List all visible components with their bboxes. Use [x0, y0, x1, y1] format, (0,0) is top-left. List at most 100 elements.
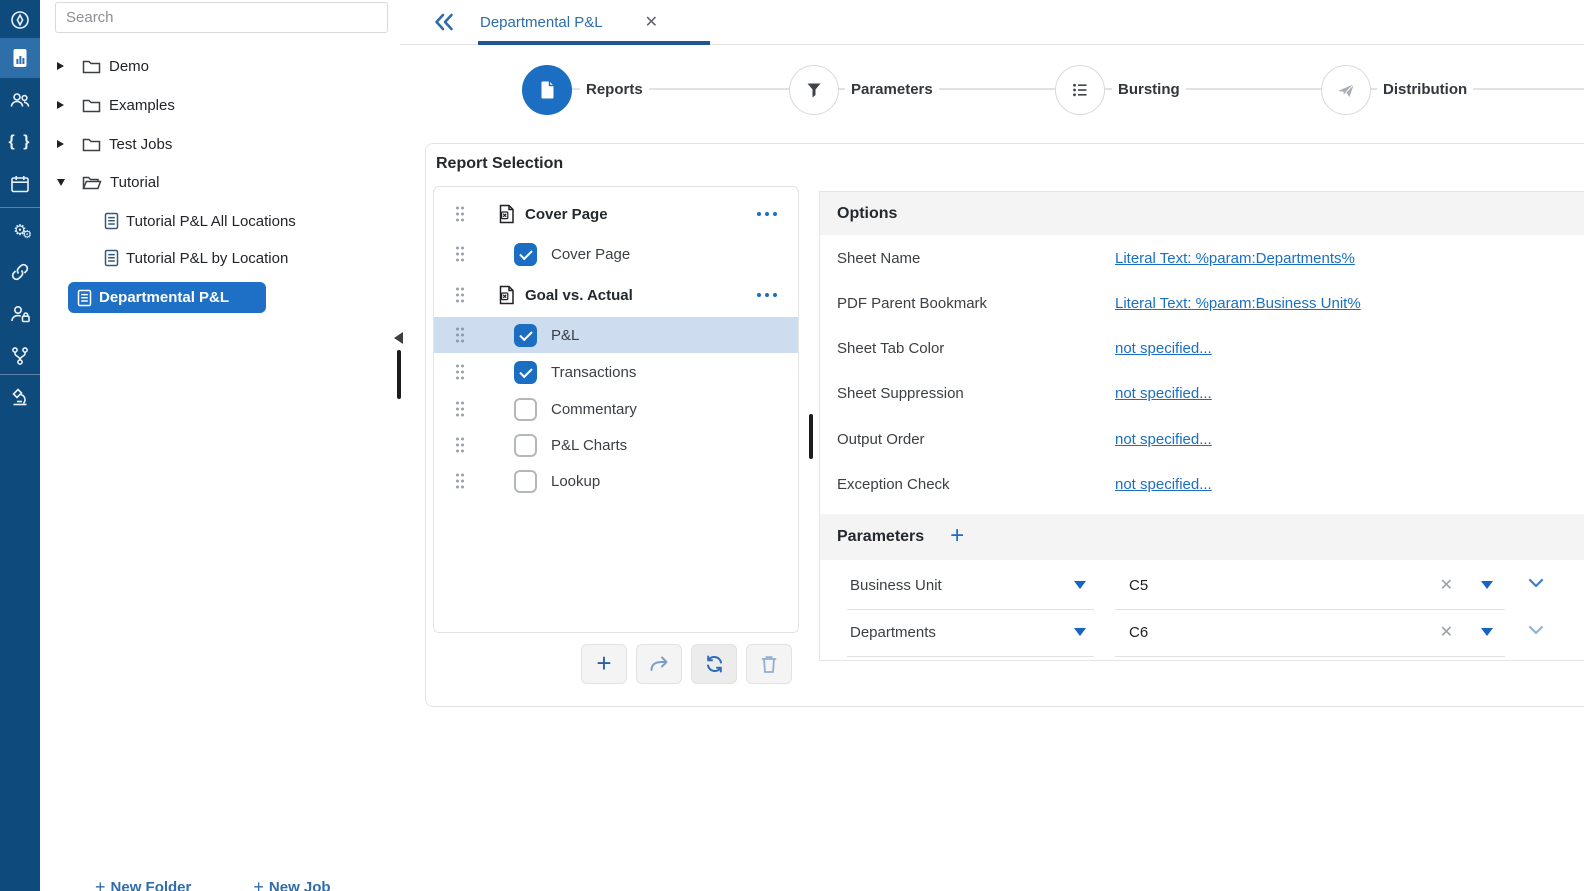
more-options-icon[interactable] [756, 211, 778, 217]
sheet-row-lookup[interactable]: Lookup [434, 463, 798, 499]
redo-arrow-icon [647, 653, 671, 675]
user-lock-icon[interactable] [0, 294, 40, 334]
option-value-link[interactable]: not specified... [1115, 340, 1212, 357]
parameter-value-select[interactable]: C5 ✕ [1115, 563, 1505, 610]
report-doc-icon [77, 289, 92, 307]
parameter-value-select[interactable]: C6 ✕ [1115, 610, 1505, 657]
sheet-label: P&L Charts [551, 437, 627, 454]
drag-handle-icon[interactable] [454, 325, 466, 345]
new-job-link[interactable]: +New Job [253, 877, 330, 891]
drag-handle-icon[interactable] [454, 399, 466, 419]
tree-item-tutorial-pl-all-locations[interactable]: Tutorial P&L All Locations [40, 206, 296, 236]
settings-gears-icon[interactable]: ⚙⚙ [0, 210, 40, 250]
checkbox-unchecked[interactable] [514, 470, 537, 493]
panel-collapse-arrow-icon[interactable] [394, 332, 403, 344]
drag-handle-icon[interactable] [454, 204, 466, 224]
active-tab-underline [478, 41, 710, 45]
checkbox-checked[interactable] [514, 324, 537, 347]
more-options-icon[interactable] [756, 292, 778, 298]
tree-item-test-jobs[interactable]: Test Jobs [40, 129, 172, 159]
rail-divider [0, 374, 40, 375]
chevron-right-icon[interactable] [57, 62, 69, 70]
sheet-row-pl-charts[interactable]: P&L Charts [434, 427, 798, 463]
drag-handle-icon[interactable] [454, 471, 466, 491]
expand-chevron-icon[interactable] [1527, 577, 1545, 589]
expand-chevron-icon[interactable] [1527, 624, 1545, 636]
tree-item-tutorial-pl-by-location[interactable]: Tutorial P&L by Location [40, 243, 288, 273]
redo-button[interactable] [636, 644, 682, 684]
tree-item-tutorial[interactable]: Tutorial [40, 167, 159, 197]
open-folder-icon [82, 175, 102, 190]
report-selection-title: Report Selection [436, 155, 563, 173]
refresh-button[interactable] [691, 644, 737, 684]
drag-handle-icon[interactable] [454, 285, 466, 305]
sheet-row-commentary[interactable]: Commentary [434, 391, 798, 427]
chevron-down-icon[interactable] [57, 179, 69, 186]
close-icon[interactable]: ✕ [645, 12, 658, 32]
sheet-row-transactions[interactable]: Transactions [434, 354, 798, 390]
option-label: Output Order [837, 431, 925, 448]
report-config-card: Report Selection Cover Page Cover Page G… [425, 143, 1584, 707]
add-button[interactable]: + [581, 644, 627, 684]
option-value-link[interactable]: not specified... [1115, 476, 1212, 493]
tree-item-demo[interactable]: Demo [40, 51, 149, 81]
step-distribution[interactable] [1321, 65, 1371, 115]
drag-handle-icon[interactable] [454, 435, 466, 455]
option-value-link[interactable]: not specified... [1115, 385, 1212, 402]
report-doc-icon [104, 249, 119, 267]
parameter-name-select[interactable]: Business Unit [847, 563, 1094, 610]
workbook-row-cover-page[interactable]: Cover Page [434, 196, 798, 232]
nav-footer: +New Folder +New Job [95, 877, 415, 891]
branch-icon[interactable] [0, 336, 40, 376]
step-parameters[interactable] [789, 65, 839, 115]
sheet-row-cover-page[interactable]: Cover Page [434, 236, 798, 272]
text-cursor-artifact [397, 350, 401, 399]
report-icon[interactable] [0, 38, 40, 78]
drag-handle-icon[interactable] [454, 362, 466, 382]
excel-workbook-icon [498, 285, 515, 305]
option-row-exception-check: Exception Check not specified... [820, 463, 1584, 508]
parameter-name-select[interactable]: Departments [847, 610, 1094, 657]
search-input[interactable] [56, 3, 407, 32]
parameter-name: Departments [850, 624, 936, 641]
report-selection-list: Cover Page Cover Page Goal vs. Actual P&… [433, 186, 799, 633]
team-icon[interactable] [0, 80, 40, 120]
new-folder-link[interactable]: +New Folder [95, 877, 191, 891]
plus-icon: + [253, 877, 264, 891]
code-braces-icon[interactable]: { } [0, 122, 40, 162]
option-label: Sheet Tab Color [837, 340, 944, 357]
microscope-icon[interactable] [0, 377, 40, 417]
checkbox-unchecked[interactable] [514, 434, 537, 457]
option-value-link[interactable]: not specified... [1115, 431, 1212, 448]
clear-icon[interactable]: ✕ [1440, 622, 1453, 642]
trash-icon [758, 653, 780, 675]
checkbox-unchecked[interactable] [514, 398, 537, 421]
tree-item-departmental-pl-selected[interactable]: Departmental P&L [68, 282, 266, 313]
dropdown-arrow-icon [1481, 628, 1493, 636]
tree-item-examples[interactable]: Examples [40, 90, 175, 120]
app-window: { } ⚙⚙ Demo [0, 0, 1584, 891]
clear-icon[interactable]: ✕ [1440, 575, 1453, 595]
calendar-icon[interactable] [0, 164, 40, 204]
workbook-row-goal-vs-actual[interactable]: Goal vs. Actual [434, 277, 798, 313]
option-value-link[interactable]: Literal Text: %param:Business Unit% [1115, 295, 1361, 312]
add-parameter-icon[interactable]: + [950, 524, 964, 548]
tab-departmental-pl[interactable]: Departmental P&L ✕ [480, 0, 658, 44]
checkbox-checked[interactable] [514, 243, 537, 266]
link-icon[interactable] [0, 252, 40, 292]
chevron-right-icon[interactable] [57, 140, 69, 148]
option-value-link[interactable]: Literal Text: %param:Departments% [1115, 250, 1355, 267]
step-reports[interactable] [522, 65, 572, 115]
dropdown-arrow-icon [1074, 628, 1086, 636]
tree-item-label: Demo [109, 58, 149, 75]
collapse-panel-icon[interactable] [430, 8, 458, 36]
delete-button[interactable] [746, 644, 792, 684]
checkbox-checked[interactable] [514, 361, 537, 384]
sheet-label: Lookup [551, 473, 600, 490]
sheet-row-pl-selected[interactable]: P&L [434, 317, 798, 353]
parameter-value: C5 [1129, 577, 1148, 594]
compass-icon[interactable] [0, 0, 40, 40]
chevron-right-icon[interactable] [57, 101, 69, 109]
step-bursting[interactable] [1055, 65, 1105, 115]
drag-handle-icon[interactable] [454, 244, 466, 264]
